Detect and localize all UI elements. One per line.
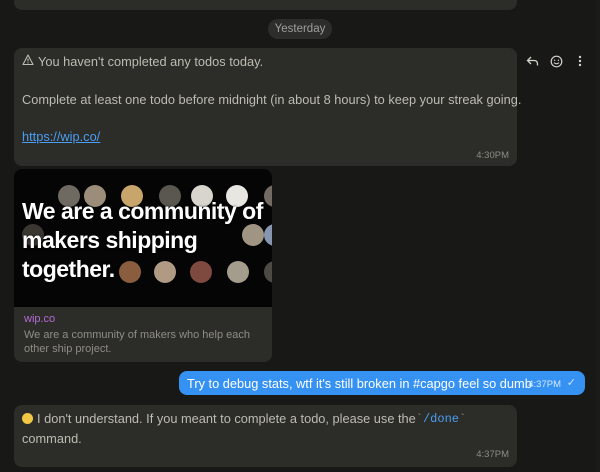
message-body: Complete at least one todo before midnig… <box>22 92 522 107</box>
preview-banner-image: We are a community of makers shipping to… <box>14 169 272 307</box>
code-tick-open: ` <box>415 411 423 426</box>
bot-message-streak-warning[interactable]: You haven't completed any todos today. C… <box>14 48 521 166</box>
preview-description: We are a community of makers who help ea… <box>24 329 251 355</box>
message-actions <box>525 54 587 68</box>
message-link[interactable]: https://wip.co/ <box>22 129 100 144</box>
warning-triangle-icon <box>22 54 34 69</box>
preview-site[interactable]: wip.co <box>24 313 55 325</box>
sent-check-icon: ✓ <box>566 377 576 389</box>
done-command[interactable]: /done <box>423 412 459 426</box>
previous-message-bubble <box>14 0 517 10</box>
message-time: 4:30PM <box>476 150 509 161</box>
reply-line-1: I don't understand. If you meant to comp… <box>22 411 466 426</box>
link-preview-card[interactable]: We are a community of makers shipping to… <box>14 169 272 362</box>
user-message-outgoing[interactable]: Try to debug stats, wtf it's still broke… <box>179 371 585 395</box>
reply-icon[interactable] <box>525 54 539 68</box>
warning-line: You haven't completed any todos today. <box>22 54 263 69</box>
date-separator: Yesterday <box>268 19 332 39</box>
reply-text: I don't understand. If you meant to comp… <box>37 411 416 426</box>
thinking-emoji-icon <box>22 413 33 424</box>
preview-banner-title: We are a community of makers shipping to… <box>22 198 263 282</box>
reply-line-2: command. <box>22 431 82 446</box>
reply-time: 4:37PM <box>476 449 509 460</box>
more-vertical-icon[interactable] <box>573 54 587 68</box>
warning-text: You haven't completed any todos today. <box>38 54 264 69</box>
bot-message-reply[interactable]: I don't understand. If you meant to comp… <box>14 405 517 467</box>
code-tick-close: ` <box>459 411 467 426</box>
smiley-icon[interactable] <box>549 54 563 68</box>
outgoing-time: 4:37PM <box>528 379 561 390</box>
outgoing-text: Try to debug stats, wtf it's still broke… <box>187 376 532 391</box>
scrollbar-track[interactable] <box>596 0 600 472</box>
